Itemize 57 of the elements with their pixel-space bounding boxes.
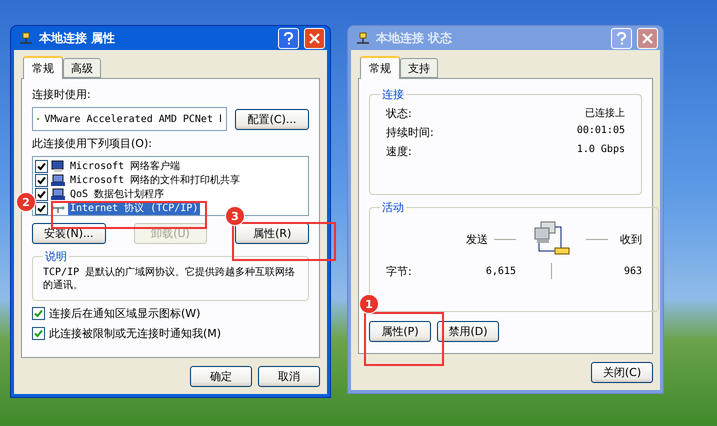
tab[interactable]: 常规 xyxy=(23,56,63,79)
status-value: 00:01:05 xyxy=(576,125,625,138)
list-label: 此连接使用下列项目(O): xyxy=(32,136,153,151)
dialog-button[interactable]: 确定 xyxy=(190,366,252,387)
tab[interactable]: 常规 xyxy=(360,56,400,79)
network-connection-icon xyxy=(355,31,371,45)
list-item[interactable]: QoS 数据包计划程序 xyxy=(68,187,166,201)
question-mark-icon xyxy=(616,32,627,44)
group-title: 说明 xyxy=(44,249,68,264)
check-mark-icon xyxy=(34,329,43,338)
computer-icon xyxy=(51,188,65,200)
group-title: 活动 xyxy=(381,200,405,215)
close-button[interactable] xyxy=(304,28,325,48)
adapter-name: VMware Accelerated AMD PCNet Ⅰ xyxy=(44,113,222,125)
question-mark-icon xyxy=(283,32,294,44)
dialog-button[interactable]: 取消 xyxy=(258,366,320,387)
close-dialog-button[interactable]: 关闭(C) xyxy=(591,362,653,383)
status-button[interactable]: 属性(P) xyxy=(369,321,431,342)
checkbox[interactable] xyxy=(35,160,48,172)
item-button[interactable]: 属性(R) xyxy=(235,223,310,244)
checkbox-label: 连接后在通知区域显示图标(W) xyxy=(49,306,200,321)
checkbox-label: 此连接被限制或无连接时通知我(M) xyxy=(49,326,222,341)
tab[interactable]: 支持 xyxy=(400,58,438,78)
check-mark-icon xyxy=(34,309,43,318)
help-button[interactable] xyxy=(278,28,299,48)
configure-button[interactable]: 配置(C)... xyxy=(235,108,309,130)
window-title: 本地连接 属性 xyxy=(39,30,116,46)
help-button[interactable] xyxy=(611,28,632,48)
computer-icon xyxy=(51,174,65,186)
network-connection-icon xyxy=(18,31,34,45)
group-title: 连接 xyxy=(381,87,405,102)
checkbox[interactable] xyxy=(32,307,45,320)
close-icon xyxy=(642,32,653,44)
status-label: 速度: xyxy=(386,144,412,159)
received-label: 收到 xyxy=(620,232,642,246)
status-label: 持续时间: xyxy=(386,125,434,140)
tab[interactable]: 高级 xyxy=(63,58,101,78)
status-label: 状态: xyxy=(386,106,412,121)
window-title: 本地连接 状态 xyxy=(376,30,454,46)
checkbox[interactable] xyxy=(32,327,45,340)
sent-bytes: 6,615 xyxy=(486,266,516,276)
status-button[interactable]: 禁用(D) xyxy=(437,321,499,342)
list-item[interactable]: Microsoft 网络的文件和打印机共享 xyxy=(68,173,242,187)
list-item[interactable]: Microsoft 网络客户端 xyxy=(68,159,182,173)
status-value: 已连接上 xyxy=(585,106,625,121)
close-button[interactable] xyxy=(637,28,658,48)
received-bytes: 963 xyxy=(624,266,642,276)
close-icon xyxy=(309,32,320,44)
field-label: 连接时使用: xyxy=(32,87,92,102)
checkbox[interactable] xyxy=(35,202,48,214)
computer-icon xyxy=(51,160,65,172)
bytes-label: 字节: xyxy=(386,264,413,278)
checkbox[interactable] xyxy=(35,174,48,186)
description-text: TCP/IP 是默认的广域网协议。它提供跨越多种互联网络的通讯。 xyxy=(43,266,296,292)
checkbox[interactable] xyxy=(35,188,48,200)
status-value: 1.0 Gbps xyxy=(576,144,625,157)
sent-label: 发送 xyxy=(466,232,488,246)
